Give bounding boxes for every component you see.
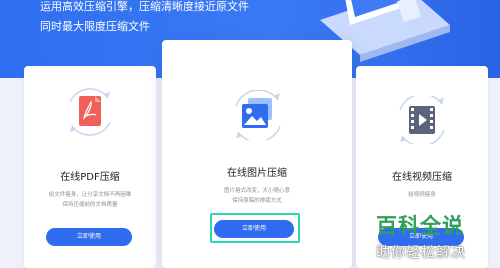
card-title: 在线图片压缩 (227, 168, 287, 179)
hero-line-2: 同时最大限度压缩文件 (40, 20, 150, 33)
card-desc-line-1: 图片格式改变，大小随心意 (223, 188, 290, 194)
card-desc-line-1: 给文件瘦身，让分享文档不再困难 (48, 192, 132, 198)
pdf-icon (69, 88, 111, 136)
hero-line-1: 运用高效压缩引擎，压缩清晰度接近原文件 (40, 0, 249, 13)
pdf-compress-card: 在线PDF压缩 给文件瘦身，让分享文档不再困难 保持压缩前的文档质量 立即使用 (24, 66, 156, 268)
card-title: 在线PDF压缩 (60, 172, 120, 183)
card-desc-line-2: 保持压缩前的文档质量 (62, 202, 118, 208)
card-title: 在线视频压缩 (392, 172, 452, 183)
watermark-subtitle: 助你轻松解决 (376, 245, 466, 261)
video-icon (399, 96, 445, 144)
highlight-frame (210, 213, 300, 243)
card-desc-line-1: 给视频瘦身 (408, 192, 436, 198)
card-desc-line-2: 保持原稿的排版方式 (232, 198, 282, 204)
use-now-button[interactable]: 立即使用 (46, 228, 132, 246)
watermark-title: 百科全说 (376, 214, 464, 238)
watermark: 百科全说 助你轻松解决 (376, 210, 466, 262)
image-icon (235, 90, 281, 140)
